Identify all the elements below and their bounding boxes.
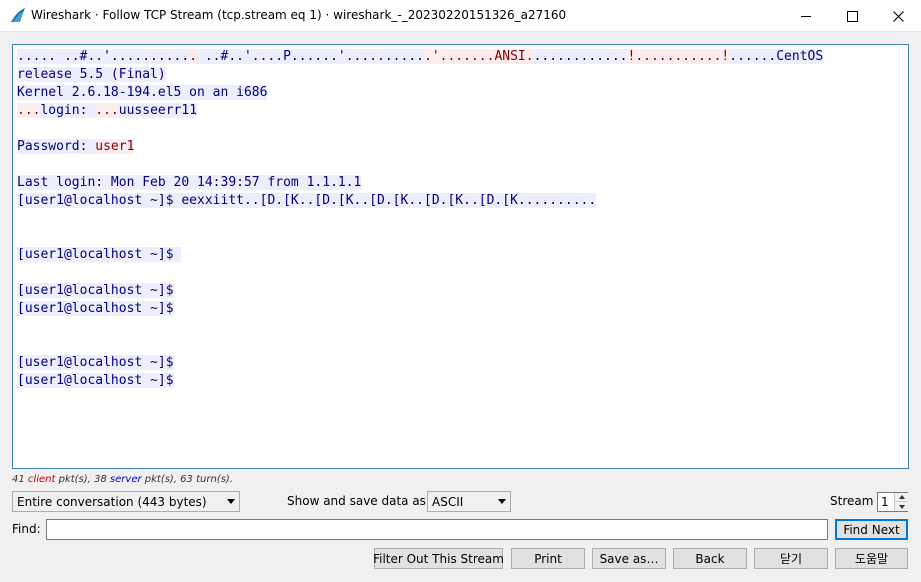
server-suffix: pkt(s), 63 turn(s). bbox=[141, 474, 233, 485]
stream-line: [user1@localhost ~]$ bbox=[17, 246, 823, 264]
back-button[interactable]: Back bbox=[673, 548, 747, 569]
stream-line bbox=[17, 264, 823, 282]
server-data-segment: Last login: Mon Feb 20 14:39:57 from 1.1… bbox=[17, 175, 362, 190]
spin-down-icon[interactable] bbox=[894, 502, 908, 511]
client-data-segment: ... bbox=[17, 103, 41, 118]
find-input[interactable] bbox=[46, 519, 828, 540]
minimize-button[interactable] bbox=[783, 0, 829, 32]
window-title: Wireshark · Follow TCP Stream (tcp.strea… bbox=[31, 8, 567, 22]
server-data-segment: release 5.5 (Final) bbox=[17, 67, 166, 82]
stream-line: Password: user1 bbox=[17, 138, 823, 156]
print-button[interactable]: Print bbox=[511, 548, 585, 569]
window-close-button[interactable] bbox=[875, 0, 921, 32]
stream-content-pane[interactable]: ..... ..#..'........... ..#..'....P.....… bbox=[12, 44, 909, 469]
server-data-segment: uusseerr11 bbox=[118, 103, 198, 118]
spin-up-icon[interactable] bbox=[894, 493, 908, 502]
server-data-segment: ............ bbox=[533, 49, 628, 64]
stream-text: ..... ..#..'........... ..#..'....P.....… bbox=[17, 48, 824, 390]
wireshark-fin-icon bbox=[11, 8, 25, 22]
format-select[interactable]: ASCII bbox=[427, 491, 511, 512]
client-packet-count: 41 bbox=[12, 474, 25, 485]
stream-line: [user1@localhost ~]$ bbox=[17, 282, 823, 300]
find-next-button[interactable]: Find Next bbox=[835, 519, 908, 540]
server-data-segment: ..... ..#..'.......... bbox=[17, 49, 190, 64]
stream-line: ..... ..#..'........... ..#..'....P.....… bbox=[17, 48, 824, 66]
server-data-segment: [user1@localhost ~]$ eexxiitt..[D.[K..[D… bbox=[17, 193, 597, 208]
client-data-segment: user1 bbox=[95, 139, 135, 154]
stream-number-value: 1 bbox=[881, 495, 889, 509]
stream-line: release 5.5 (Final) bbox=[17, 66, 823, 84]
client-suffix: pkt(s), bbox=[55, 474, 94, 485]
stream-line: [user1@localhost ~]$ bbox=[17, 354, 823, 372]
stream-line bbox=[17, 336, 823, 354]
stream-line bbox=[17, 210, 823, 228]
minimize-icon bbox=[800, 15, 811, 17]
stream-number-spinbox[interactable]: 1 bbox=[877, 492, 908, 512]
server-data-segment: [user1@localhost ~]$ bbox=[17, 301, 174, 316]
server-data-segment: [user1@localhost ~]$ bbox=[17, 355, 174, 370]
stream-line bbox=[17, 156, 823, 174]
filter-out-stream-button[interactable]: Filter Out This Stream bbox=[373, 548, 504, 569]
title-bar: Wireshark · Follow TCP Stream (tcp.strea… bbox=[0, 0, 921, 32]
server-data-segment: ..#..'....P......'.......... bbox=[197, 49, 424, 64]
show-as-label: Show and save data as bbox=[287, 494, 426, 508]
conversation-value: Entire conversation (443 bytes) bbox=[17, 494, 207, 509]
find-label: Find: bbox=[12, 522, 41, 536]
client-data-segment: .'.......ANSI. bbox=[424, 49, 534, 64]
server-word: server bbox=[109, 474, 142, 485]
close-button[interactable]: 닫기 bbox=[754, 548, 828, 569]
stream-line: [user1@localhost ~]$ bbox=[17, 300, 823, 318]
packet-stats: 41 client pkt(s), 38 server pkt(s), 63 t… bbox=[12, 474, 233, 485]
server-data-segment: [user1@localhost ~]$ bbox=[17, 283, 174, 298]
chevron-down-icon bbox=[223, 492, 239, 511]
close-icon bbox=[892, 10, 904, 22]
client-data-segment: . bbox=[189, 49, 198, 64]
conversation-select[interactable]: Entire conversation (443 bytes) bbox=[12, 491, 240, 512]
help-button[interactable]: 도움말 bbox=[835, 548, 908, 569]
server-data-segment: [user1@localhost ~]$ bbox=[17, 373, 174, 388]
stream-line: ...login: ...uusseerr11 bbox=[17, 102, 823, 120]
stream-line bbox=[17, 228, 823, 246]
client-data-segment: ... bbox=[95, 103, 119, 118]
format-value: ASCII bbox=[432, 494, 464, 509]
client-data-segment: !...........! bbox=[627, 49, 730, 64]
maximize-button[interactable] bbox=[829, 0, 875, 32]
server-data-segment: ......CentOS bbox=[729, 49, 824, 64]
server-data-segment: login: bbox=[40, 103, 96, 118]
stream-label: Stream bbox=[830, 494, 874, 508]
maximize-icon bbox=[846, 10, 858, 22]
server-data-segment: [user1@localhost ~]$ bbox=[17, 247, 182, 262]
stream-line: [user1@localhost ~]$ bbox=[17, 372, 823, 390]
server-packet-count: 38 bbox=[94, 474, 107, 485]
client-word: client bbox=[27, 474, 56, 485]
server-data-segment: Password: bbox=[17, 139, 96, 154]
server-data-segment: Kernel 2.6.18-194.el5 on an i686 bbox=[17, 85, 268, 100]
stream-line: Kernel 2.6.18-194.el5 on an i686 bbox=[17, 84, 823, 102]
chevron-down-icon bbox=[494, 492, 510, 511]
stream-line bbox=[17, 120, 823, 138]
stream-line: [user1@localhost ~]$ eexxiitt..[D.[K..[D… bbox=[17, 192, 823, 210]
stream-line bbox=[17, 318, 823, 336]
save-as-button[interactable]: Save as… bbox=[592, 548, 666, 569]
stream-line: Last login: Mon Feb 20 14:39:57 from 1.1… bbox=[17, 174, 823, 192]
